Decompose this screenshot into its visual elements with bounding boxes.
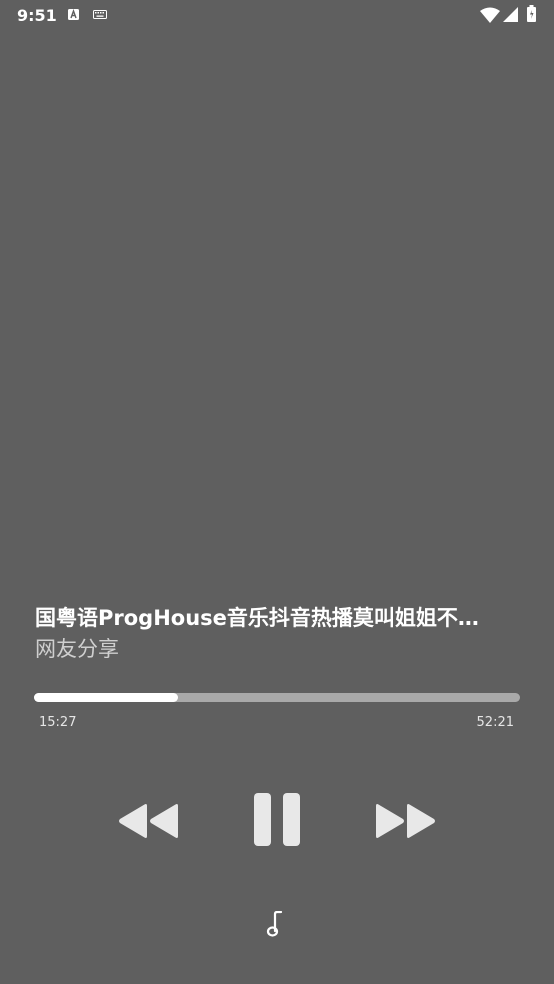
pause-icon <box>254 793 300 846</box>
progress-fill <box>34 693 178 702</box>
fast-forward-icon <box>376 804 435 838</box>
progress-bar[interactable] <box>34 693 520 702</box>
pause-button[interactable] <box>254 793 300 846</box>
battery-icon <box>527 5 536 22</box>
fast-forward-button[interactable] <box>374 803 436 839</box>
song-title: 国粤语ProgHouse音乐抖音热播莫叫姐姐不… <box>35 606 479 630</box>
music-note-button[interactable] <box>266 910 286 937</box>
status-time: 9:51 <box>17 6 57 25</box>
text-a-icon <box>68 9 79 20</box>
music-note-icon <box>266 910 283 937</box>
wifi-icon <box>480 7 500 23</box>
signal-icon <box>503 7 518 22</box>
rewind-button[interactable] <box>118 803 180 839</box>
status-bar: 9:51 <box>0 0 554 30</box>
elapsed-time: 15:27 <box>39 715 77 730</box>
keyboard-icon <box>93 10 107 19</box>
rewind-icon <box>119 804 178 838</box>
song-artist: 网友分享 <box>35 637 119 661</box>
total-time: 52:21 <box>476 715 514 730</box>
